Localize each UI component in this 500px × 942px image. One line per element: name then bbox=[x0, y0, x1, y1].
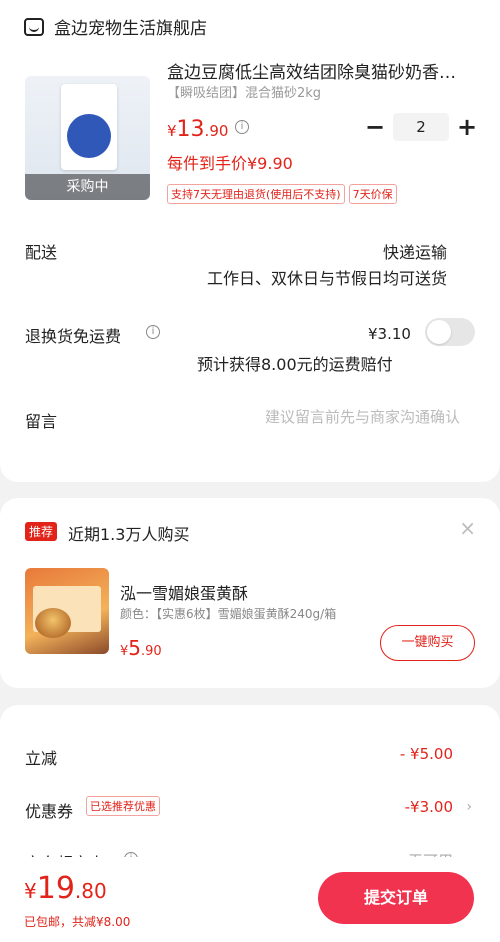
decrease-button[interactable]: − bbox=[365, 113, 385, 141]
coupon-label[interactable]: 优惠券 bbox=[25, 798, 73, 822]
recommend-card: 推荐 近期1.3万人购买 × 泓一雪媚娘蛋黄酥 颜色：【实惠6枚】雪媚娘蛋黄酥2… bbox=[0, 498, 500, 688]
product-title[interactable]: 盒边豆腐低尘高效结团除臭猫砂奶香… bbox=[167, 58, 477, 83]
memo-label: 留言 bbox=[25, 412, 58, 431]
memo-input[interactable] bbox=[180, 408, 460, 426]
submit-order-button[interactable]: 提交订单 bbox=[318, 872, 474, 924]
recommend-badge: 推荐 bbox=[25, 522, 58, 541]
return-policy-tag: 支持7天无理由退货(使用后不支持) bbox=[167, 184, 345, 204]
recommend-title: 近期1.3万人购买 bbox=[68, 525, 190, 544]
quantity-value[interactable]: 2 bbox=[393, 113, 449, 141]
return-shipping-toggle[interactable] bbox=[425, 318, 475, 346]
product-price: ¥13.90 bbox=[167, 117, 229, 142]
recommend-product-name[interactable]: 泓一雪媚娘蛋黄酥 bbox=[120, 580, 248, 604]
shop-name: 盒边宠物生活旗舰店 bbox=[54, 19, 207, 39]
price-info-icon[interactable]: i bbox=[235, 120, 249, 134]
recommend-product-image[interactable] bbox=[25, 568, 109, 654]
shop-header[interactable]: 盒边宠物生活旗舰店 bbox=[24, 14, 207, 39]
product-spec[interactable]: 【瞬吸结团】混合猫砂2kg bbox=[167, 82, 321, 101]
return-shipping-label: 退换货免运费 bbox=[25, 327, 122, 346]
delivery-note: 工作日、双休日与节假日均可送货 bbox=[206, 269, 447, 288]
per-item-price: 每件到手价¥9.90 bbox=[167, 154, 293, 173]
recommend-product-price: ¥5.90 bbox=[120, 636, 162, 660]
return-shipping-price: ¥3.10 bbox=[368, 325, 411, 343]
price-protect-tag: 7天价保 bbox=[348, 184, 397, 204]
checkout-bar: ¥19.80 已包邮，共减¥8.00 提交订单 bbox=[0, 857, 500, 942]
order-card: 盒边宠物生活旗舰店 采购中 盒边豆腐低尘高效结团除臭猫砂奶香… 【瞬吸结团】混合… bbox=[0, 0, 500, 482]
total-sub-note: 已包邮，共减¥8.00 bbox=[24, 915, 131, 929]
coupon-tag: 已选推荐优惠 bbox=[86, 796, 160, 816]
product-image-label: 采购中 bbox=[25, 174, 150, 200]
discount-label: 立减 bbox=[25, 749, 58, 768]
increase-button[interactable]: + bbox=[457, 113, 477, 141]
chevron-right-icon[interactable]: › bbox=[466, 799, 472, 815]
close-icon[interactable]: × bbox=[459, 516, 476, 540]
discount-value: - ¥5.00 bbox=[399, 745, 453, 763]
return-shipping-note: 预计获得8.00元的运费赔付 bbox=[197, 355, 393, 374]
total-price: ¥19.80 bbox=[24, 871, 107, 906]
service-tags: 支持7天无理由退货(使用后不支持) 7天价保 bbox=[167, 184, 397, 204]
delivery-method[interactable]: 快递运输 bbox=[383, 239, 447, 263]
delivery-label: 配送 bbox=[25, 243, 58, 262]
return-info-icon[interactable]: i bbox=[146, 325, 160, 339]
recommend-product-spec: 颜色：【实惠6枚】雪媚娘蛋黄酥240g/箱 bbox=[120, 607, 337, 621]
product-bag-graphic bbox=[61, 84, 117, 170]
shop-icon bbox=[24, 17, 44, 36]
one-click-buy-button[interactable]: 一键购买 bbox=[380, 625, 475, 661]
quantity-stepper: − 2 + bbox=[365, 113, 477, 141]
product-image[interactable]: 采购中 bbox=[25, 76, 150, 200]
toggle-knob bbox=[427, 320, 451, 344]
coupon-value[interactable]: -¥3.00 bbox=[405, 798, 453, 816]
